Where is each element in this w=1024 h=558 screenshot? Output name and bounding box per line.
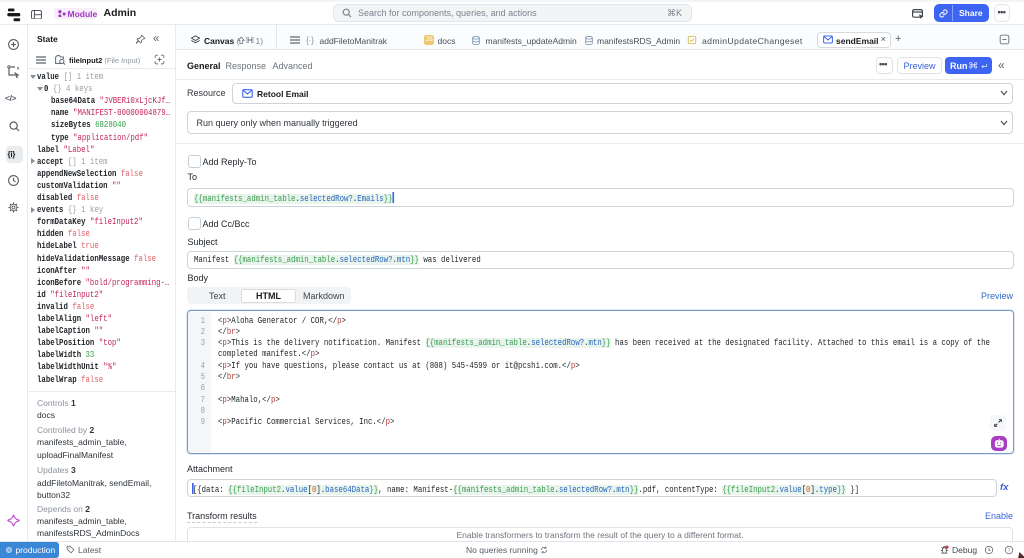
svg-text:?: ? — [1008, 547, 1011, 552]
